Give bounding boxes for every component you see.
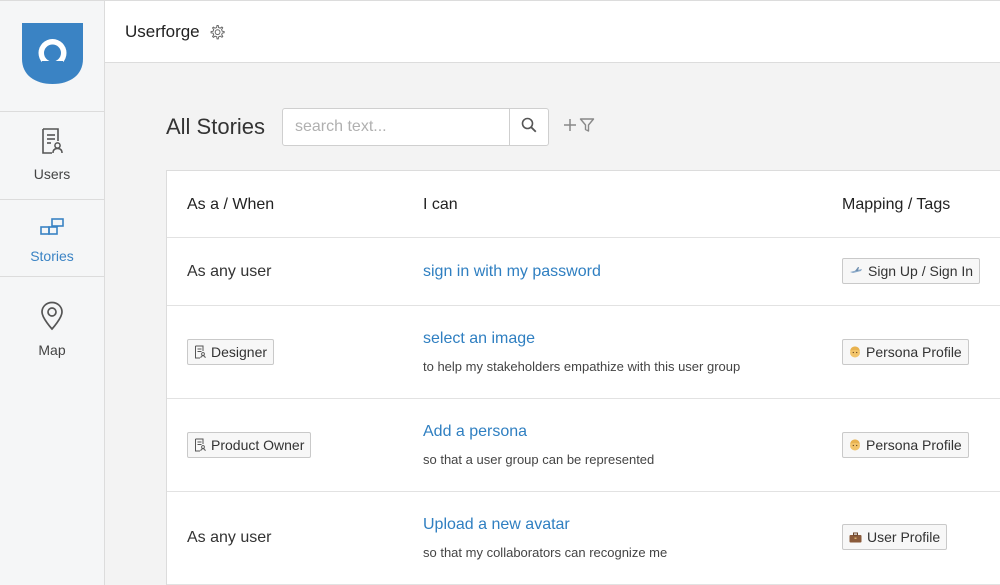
sidebar-item-label: Map [38,342,66,358]
sidebar: Users Stories Map [0,0,105,585]
tag-label: User Profile [867,529,941,545]
sidebar-item-stories[interactable]: Stories [0,217,104,264]
actor-label: Designer [211,344,268,360]
top-bar: Userforge [105,0,1000,63]
story-benefit: so that a user group can be represented [423,452,655,467]
sidebar-divider [0,199,104,200]
stories-table: As a / When I can Mapping / Tags As any … [166,170,1000,585]
sidebar-item-label: Stories [30,248,74,264]
sidebar-item-map[interactable]: Map [0,301,104,358]
tag-label: Persona Profile [866,344,962,360]
story-benefit: to help my stakeholders empathize with t… [423,359,741,374]
column-header-actor[interactable]: As a / When [187,196,274,214]
userforge-logo-icon[interactable] [22,23,83,84]
table-row[interactable]: Designer select an image to help my stak… [167,306,1000,399]
search-icon [521,117,537,138]
face-emoji-icon [849,346,861,358]
sidebar-divider [0,276,104,277]
face-emoji-icon [849,439,861,451]
add-filter-button[interactable] [563,116,599,138]
actor-chip[interactable]: Product Owner [187,432,312,458]
search-box [282,108,549,146]
actor-label: Product Owner [211,437,305,453]
sidebar-item-users[interactable]: Users [0,127,104,182]
search-button[interactable] [509,109,548,145]
story-link[interactable]: sign in with my password [423,263,601,281]
stories-blocks-icon [38,217,66,242]
table-header-row: As a / When I can Mapping / Tags [167,171,1000,238]
tag-chip[interactable]: Persona Profile [842,432,969,458]
filter-funnel-icon [579,117,595,138]
actor-text: As any user [187,263,272,280]
story-link[interactable]: Upload a new avatar [423,516,570,534]
table-row[interactable]: As any user sign in with my password Sig… [167,238,1000,306]
story-link[interactable]: select an image [423,330,535,348]
story-link[interactable]: Add a persona [423,423,527,441]
search-input[interactable] [283,109,509,145]
user-document-icon [194,438,206,452]
app-root: Users Stories Map Userforge All Stories … [0,0,1000,585]
tag-label: Persona Profile [866,437,962,453]
app-title: Userforge [125,21,200,41]
tag-chip[interactable]: User Profile [842,524,948,550]
tag-label: Sign Up / Sign In [868,263,974,279]
airplane-emoji-icon [849,266,863,276]
story-benefit: so that my collaborators can recognize m… [423,545,668,560]
user-document-icon [194,345,206,359]
sidebar-divider [0,111,104,112]
map-pin-icon [40,301,64,336]
table-row[interactable]: Product Owner Add a persona so that a us… [167,399,1000,492]
actor-chip[interactable]: Designer [187,339,275,365]
table-row[interactable]: As any user Upload a new avatar so that … [167,492,1000,585]
column-header-story[interactable]: I can [423,196,458,214]
sidebar-item-label: Users [33,166,71,182]
briefcase-emoji-icon [849,532,862,543]
user-document-icon [40,127,64,160]
tag-chip[interactable]: Persona Profile [842,339,969,365]
gear-icon[interactable] [208,23,226,41]
page-title: All Stories [166,114,266,139]
column-header-tags[interactable]: Mapping / Tags [842,196,950,214]
tag-chip[interactable]: Sign Up / Sign In [842,258,981,284]
plus-icon [563,118,577,137]
actor-text: As any user [187,529,272,546]
